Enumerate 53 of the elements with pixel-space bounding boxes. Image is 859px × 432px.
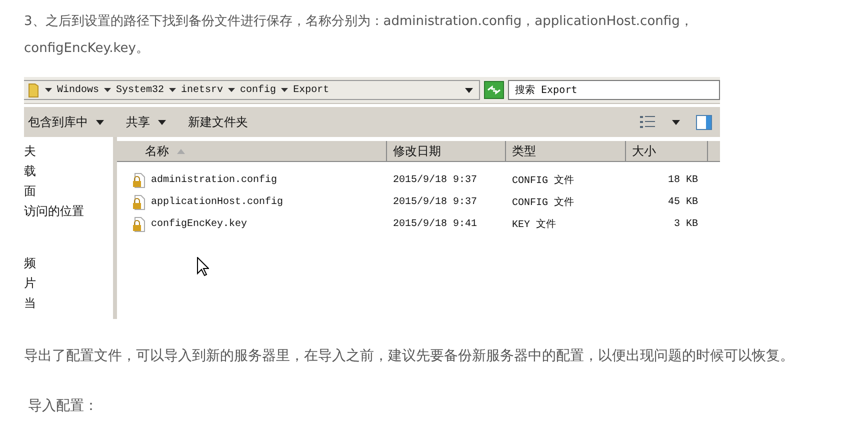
toolbar-button[interactable]: 新建文件夹 — [184, 114, 248, 130]
caret-icon — [104, 88, 112, 92]
sidebar-item[interactable]: 夫 — [24, 143, 36, 160]
breadcrumb[interactable]: config — [240, 84, 276, 96]
sidebar-item[interactable]: 当 — [24, 295, 36, 312]
caret-icon[interactable] — [672, 120, 680, 124]
paragraph: 3、之后到设置的路径下找到备份文件进行保存，名称分别为：administration.config，applicationHost.config，configEncKey.key。 — [23, 13, 694, 58]
table-cell: 45 KB — [668, 196, 698, 208]
preview-pane-icon[interactable] — [696, 114, 712, 130]
refresh-icon[interactable] — [484, 81, 504, 99]
sidebar-item[interactable]: 载 — [24, 163, 36, 180]
column-header[interactable]: 修改日期 — [387, 141, 506, 161]
breadcrumb[interactable]: inetsrv — [181, 84, 224, 96]
file-name[interactable]: configEncKey.key — [151, 218, 248, 230]
file-name[interactable]: applicationHost.config — [151, 196, 284, 208]
column-header[interactable]: 大小 — [626, 141, 708, 161]
caret-icon — [281, 88, 288, 92]
table-cell: 18 KB — [668, 174, 698, 186]
table-cell: 2015/9/18 9:41 — [393, 218, 478, 230]
caret-icon — [228, 88, 236, 92]
caret-icon[interactable] — [96, 120, 104, 124]
table-cell-text: KEY 文件 — [512, 218, 556, 231]
heading: 导入配置： — [27, 397, 99, 415]
sidebar-item[interactable]: 访问的位置 — [24, 203, 84, 220]
folder-icon — [28, 82, 40, 98]
dropdown-icon[interactable] — [465, 88, 473, 92]
table-cell-text: CONFIG 文件 — [512, 196, 574, 209]
breadcrumb[interactable]: Windows — [57, 84, 100, 96]
column-header[interactable]: 类型 — [506, 141, 626, 161]
locked-file-icon — [133, 194, 145, 210]
file-name[interactable]: administration.config — [151, 174, 278, 186]
caret-icon — [169, 88, 176, 92]
search-field[interactable]: 搜索 Export — [508, 80, 720, 100]
sidebar-item[interactable]: 面 — [24, 183, 36, 200]
caret-icon[interactable] — [158, 120, 166, 124]
sidebar-item[interactable]: 片 — [24, 275, 36, 292]
sidebar-item[interactable]: 频 — [24, 255, 36, 272]
table-cell-text: CONFIG 文件 — [512, 174, 574, 187]
cursor-icon — [197, 257, 209, 277]
breadcrumb[interactable]: Export — [293, 84, 330, 96]
table-cell: 3 KB — [674, 218, 698, 230]
column-header[interactable]: 名称 — [117, 141, 387, 161]
view-icon[interactable] — [640, 116, 656, 128]
locked-file-icon — [133, 172, 145, 188]
caret-icon — [45, 88, 52, 92]
breadcrumb[interactable]: System32 — [116, 84, 164, 96]
toolbar-button[interactable]: 共享 — [122, 114, 150, 130]
table-cell: 2015/9/18 9:37 — [393, 196, 478, 208]
paragraph: 导出了配置文件，可以导入到新的服务器里，在导入之前，建议先要备份新服务器中的配置，以便出现问题的时候可以恢复。 — [23, 347, 795, 365]
address-bar[interactable]: Windows System32 inetsrv config Export — [24, 80, 480, 100]
table-cell: 2015/9/18 9:37 — [393, 174, 478, 186]
toolbar-button[interactable]: 包含到库中 — [24, 114, 88, 130]
locked-file-icon — [133, 216, 145, 232]
